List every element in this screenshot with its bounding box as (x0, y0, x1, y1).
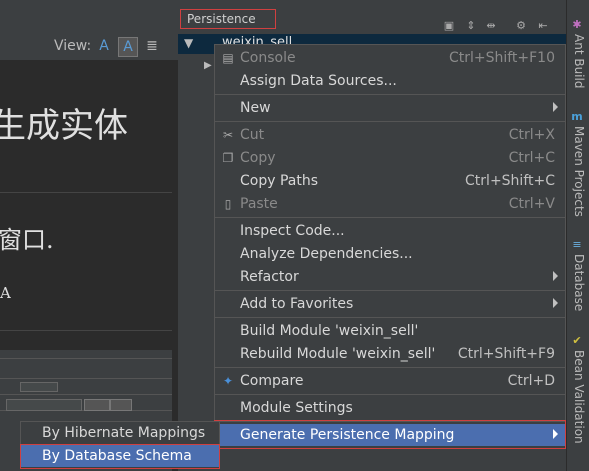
submenu-arrow-icon (553, 271, 558, 281)
console-icon: ▤ (222, 51, 234, 65)
menu-item-label: Rebuild Module 'weixin_sell' (240, 346, 436, 362)
highlight-box (214, 420, 566, 449)
er-diagram-icon[interactable]: ▣ (442, 19, 456, 33)
menu-item-label: Build Module 'weixin_sell' (240, 323, 419, 339)
bean-validation-icon: ✔ (572, 334, 582, 347)
tool-tab-bean-validation[interactable]: Bean Validation (568, 350, 586, 444)
split-icon[interactable]: ⇹ (484, 19, 498, 33)
divider (0, 358, 172, 359)
menu-item-label: Console (240, 50, 296, 66)
menu-item-label: Copy Paths (240, 173, 319, 189)
menu-shortcut: Ctrl+C (508, 150, 555, 166)
menu-item-console[interactable]: ▤ Console Ctrl+Shift+F10 (215, 47, 565, 69)
hide-icon[interactable]: ⇤ (536, 19, 550, 33)
maven-icon: m (571, 110, 583, 123)
menu-item-label: New (240, 100, 271, 116)
database-icon: ≡ (572, 238, 582, 251)
embedded-field (6, 399, 82, 411)
menu-item-label: Module Settings (240, 400, 353, 416)
ant-icon: ✱ (572, 18, 582, 31)
menu-item-copy-paths[interactable]: Copy Paths Ctrl+Shift+C (215, 170, 565, 192)
tool-tab-ant-build[interactable]: Ant Build (568, 34, 586, 88)
menu-item-module-settings[interactable]: Module Settings (215, 397, 565, 419)
menu-item-label: Cut (240, 127, 265, 143)
menu-shortcut: Ctrl+Shift+F10 (448, 50, 555, 66)
submenu-arrow-icon (553, 298, 558, 308)
menu-item-cut[interactable]: ✂ Cut Ctrl+X (215, 124, 565, 146)
menu-item-add-to-favorites[interactable]: Add to Favorites (215, 293, 565, 315)
menu-separator (215, 394, 565, 395)
highlight-box (20, 444, 220, 469)
compare-icon: ✦ (222, 374, 234, 388)
menu-item-label: Compare (240, 373, 304, 389)
menu-shortcut: Ctrl+Shift+F9 (457, 346, 555, 362)
menu-item-analyze-dependencies[interactable]: Analyze Dependencies... (215, 243, 565, 265)
submenu-item-hibernate-mappings[interactable]: By Hibernate Mappings (21, 422, 219, 444)
view-mode-split-icon[interactable]: A (118, 37, 138, 57)
menu-item-copy[interactable]: ❐ Copy Ctrl+C (215, 147, 565, 169)
divider (0, 192, 172, 193)
menu-item-label: Assign Data Sources... (240, 73, 397, 89)
expand-icon[interactable]: ⇕ (464, 19, 478, 33)
tree-collapsed-icon[interactable]: ▶ (204, 60, 212, 71)
menu-separator (215, 94, 565, 95)
copy-icon: ❐ (222, 151, 234, 165)
menu-item-label: Paste (240, 196, 278, 212)
embedded-button (110, 399, 132, 411)
divider (0, 330, 172, 331)
menu-separator (215, 290, 565, 291)
menu-item-label: Analyze Dependencies... (240, 246, 413, 262)
scissors-icon: ✂ (222, 128, 234, 142)
gear-icon[interactable]: ⚙ (514, 19, 528, 33)
menu-item-build-module[interactable]: Build Module 'weixin_sell' (215, 320, 565, 342)
embedded-button (84, 399, 110, 411)
menu-item-label: Inspect Code... (240, 223, 345, 239)
tool-tab-database[interactable]: Database (568, 254, 586, 311)
editor-toolbar (0, 0, 178, 35)
divider (0, 394, 172, 395)
submenu-arrow-icon (553, 102, 558, 112)
menu-shortcut: Ctrl+Shift+C (465, 173, 555, 189)
divider (0, 378, 172, 379)
view-mode-text-icon[interactable]: A (95, 37, 113, 55)
menu-item-refactor[interactable]: Refactor (215, 266, 565, 288)
view-label: View: (54, 38, 92, 54)
view-bar: View: A A ≣ (0, 34, 178, 60)
doc-heading: 生成实体 (0, 106, 128, 146)
clipboard-icon: ▯ (224, 197, 232, 211)
menu-separator (215, 317, 565, 318)
doc-line: A (0, 284, 11, 302)
doc-line: 窗口. (0, 226, 54, 254)
menu-item-label: Copy (240, 150, 276, 166)
menu-item-label: Add to Favorites (240, 296, 354, 312)
embedded-field (20, 382, 58, 392)
persistence-tab-title[interactable]: Persistence (180, 9, 276, 29)
menu-separator (215, 217, 565, 218)
menu-item-label: By Hibernate Mappings (42, 425, 206, 441)
menu-separator (215, 121, 565, 122)
menu-item-label: Refactor (240, 269, 299, 285)
menu-item-paste[interactable]: ▯ Paste Ctrl+V (215, 193, 565, 215)
menu-shortcut: Ctrl+D (507, 373, 555, 389)
view-mode-preview-icon[interactable]: ≣ (143, 37, 161, 55)
menu-item-inspect-code[interactable]: Inspect Code... (215, 220, 565, 242)
menu-item-new[interactable]: New (215, 97, 565, 119)
tool-tab-maven-projects[interactable]: Maven Projects (568, 126, 586, 217)
menu-item-rebuild-module[interactable]: Rebuild Module 'weixin_sell' Ctrl+Shift+… (215, 343, 565, 365)
markdown-preview: 生成实体 窗口. A (0, 60, 178, 360)
menu-item-assign-data-sources[interactable]: Assign Data Sources... (215, 70, 565, 92)
menu-shortcut: Ctrl+V (508, 196, 555, 212)
tree-expand-icon[interactable]: ▼ (184, 36, 193, 50)
menu-shortcut: Ctrl+X (508, 127, 555, 143)
menu-separator (215, 367, 565, 368)
menu-item-compare[interactable]: ✦ Compare Ctrl+D (215, 370, 565, 392)
